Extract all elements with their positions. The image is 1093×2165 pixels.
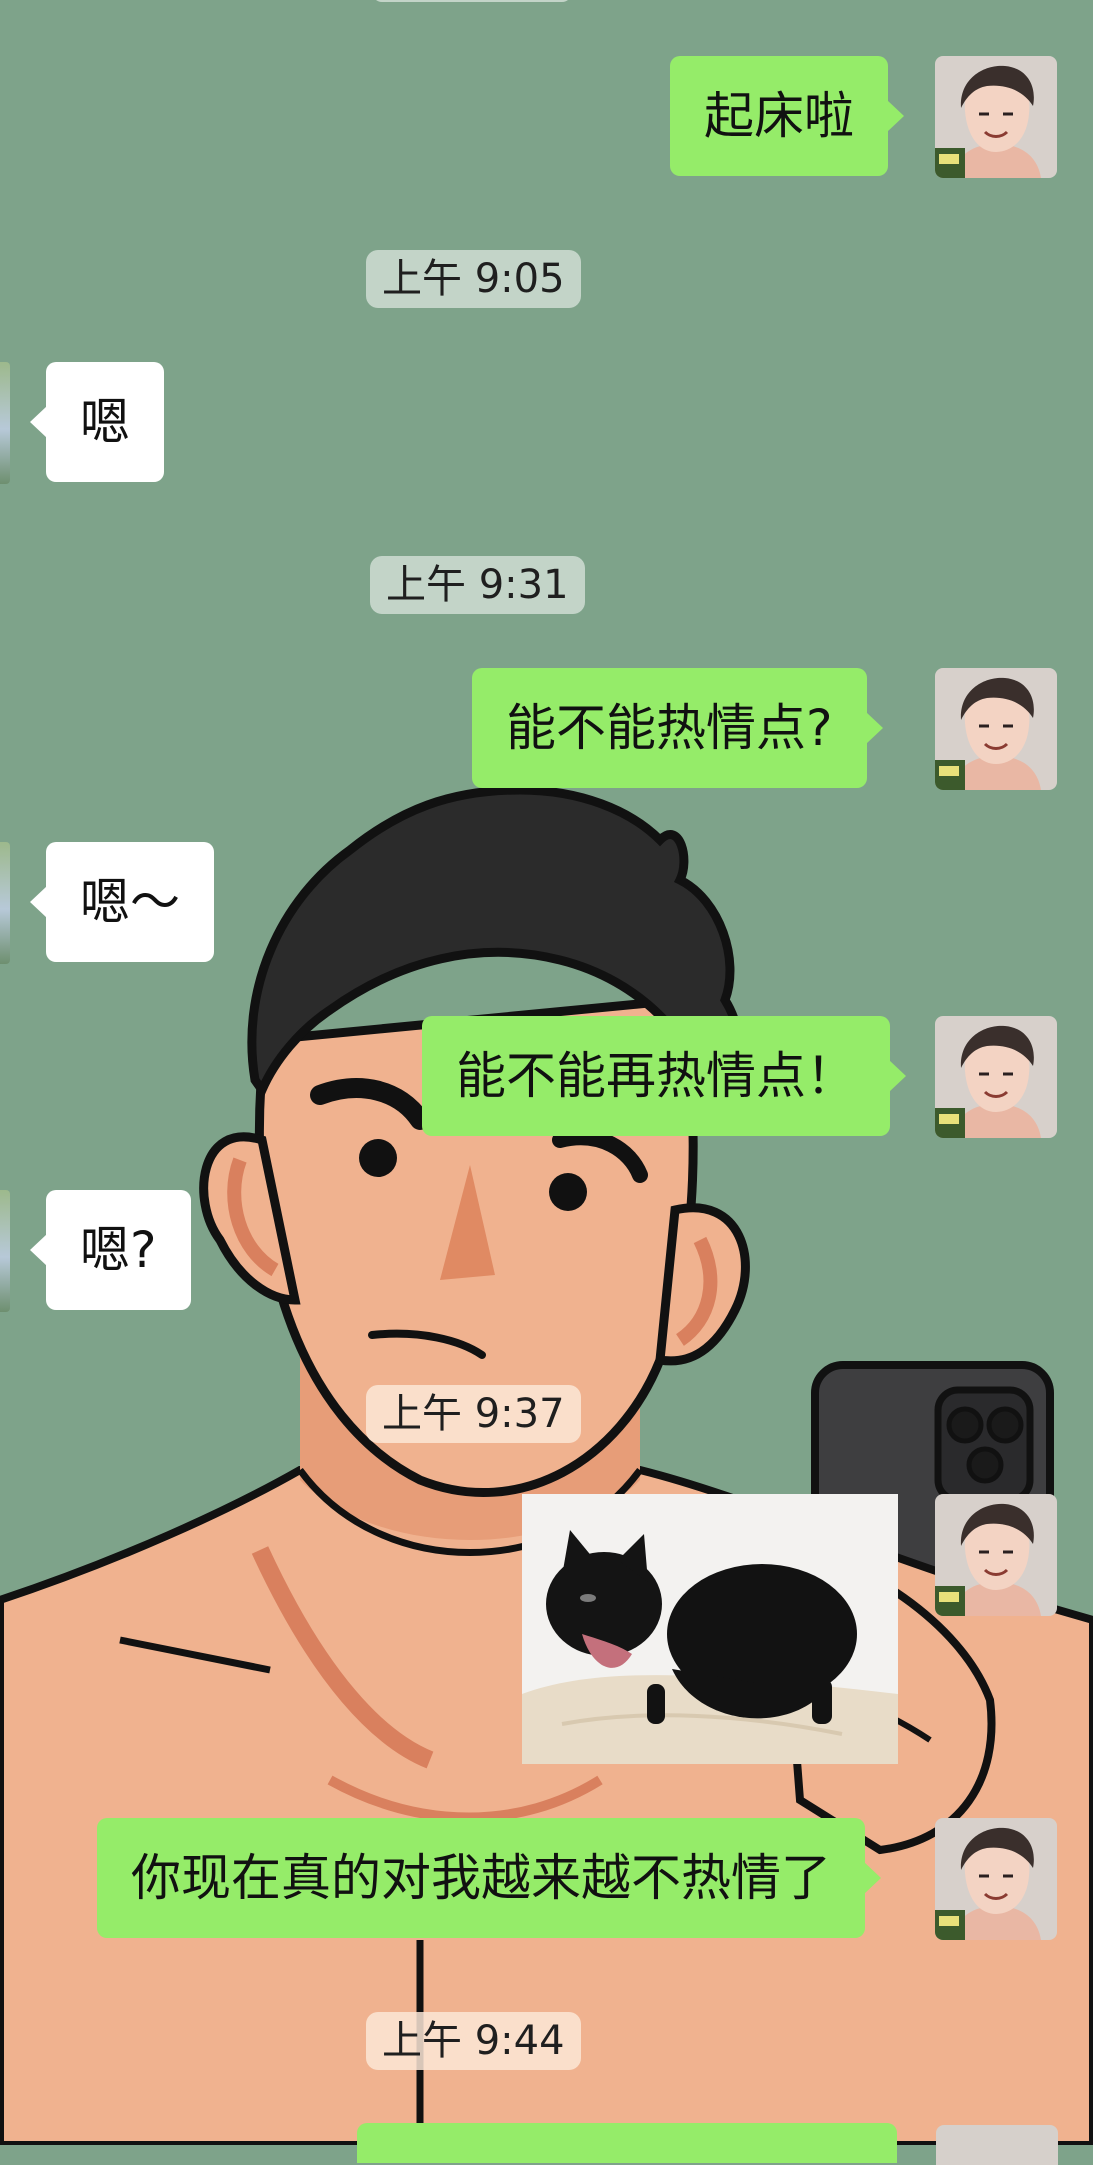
message-text: 你现在真的对我越来越不热情了: [131, 1849, 831, 1907]
my-avatar[interactable]: [935, 56, 1057, 178]
timestamp-chip: 上午 9:05: [366, 250, 581, 308]
contact-avatar-cropped[interactable]: [0, 842, 10, 964]
timestamp-chip: 上午 9:44: [366, 2012, 581, 2070]
incoming-message-bubble[interactable]: 嗯?: [30, 1190, 191, 1310]
outgoing-message-bubble[interactable]: 起床啦: [670, 56, 904, 176]
my-avatar[interactable]: [935, 1016, 1057, 1138]
message-text: 起床啦: [704, 87, 854, 145]
message-text: 嗯～: [80, 873, 180, 931]
message-text: 能不能热情点?: [506, 699, 833, 757]
incoming-message-bubble[interactable]: 嗯: [30, 362, 164, 482]
avatar-portrait-icon: [935, 1016, 1057, 1138]
timestamp-chip: 上午 9:31: [370, 556, 585, 614]
timestamp-chip: 上午 9:37: [366, 1385, 581, 1443]
timestamp-chip-cropped: [372, 0, 572, 2]
outgoing-message-bubble[interactable]: 能不能再热情点！: [422, 1016, 906, 1136]
contact-avatar-cropped[interactable]: [0, 362, 10, 484]
my-avatar[interactable]: [935, 1818, 1057, 1940]
my-avatar-cropped[interactable]: [936, 2125, 1058, 2165]
avatar-portrait-icon: [935, 56, 1057, 178]
avatar-portrait-icon: [935, 1818, 1057, 1940]
my-avatar[interactable]: [935, 1494, 1057, 1616]
chat-message-list[interactable]: 起床啦 上午 9:05 嗯 上午 9:31 能不能热情点? 嗯～ 能不能再热情点…: [0, 0, 1093, 2165]
outgoing-message-bubble-cropped[interactable]: [357, 2123, 897, 2163]
outgoing-image-message[interactable]: [522, 1494, 898, 1764]
message-text: 嗯: [80, 393, 130, 451]
avatar-portrait-icon: [935, 668, 1057, 790]
outgoing-message-bubble[interactable]: 你现在真的对我越来越不热情了: [97, 1818, 881, 1938]
outgoing-message-bubble[interactable]: 能不能热情点?: [472, 668, 883, 788]
message-text: 能不能再热情点！: [456, 1047, 856, 1105]
incoming-message-bubble[interactable]: 嗯～: [30, 842, 214, 962]
my-avatar[interactable]: [935, 668, 1057, 790]
message-text: 嗯?: [80, 1221, 157, 1279]
avatar-portrait-icon: [935, 1494, 1057, 1616]
black-cat-sticker-image: [522, 1494, 898, 1764]
contact-avatar-cropped[interactable]: [0, 1190, 10, 1312]
